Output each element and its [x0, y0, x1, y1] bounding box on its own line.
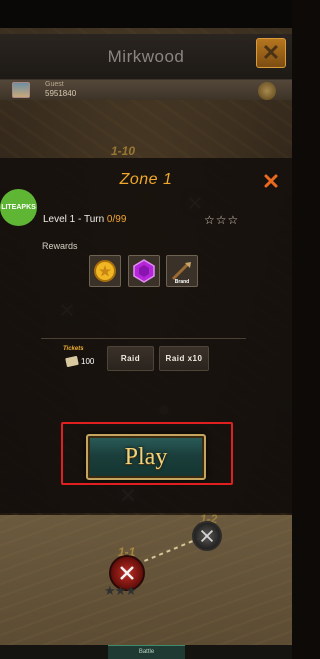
close-map-button[interactable]: ✕	[256, 38, 286, 68]
play-label: Play	[124, 443, 168, 470]
reward-gold[interactable]	[89, 255, 121, 287]
reward-brand[interactable]: Brand	[166, 255, 198, 287]
watermark-badge: LITEAPKS	[0, 189, 37, 226]
bottom-nav: Battle	[0, 645, 292, 659]
status-area	[0, 0, 292, 28]
level-label: Level 1 - Turn	[43, 214, 107, 225]
reward-gem[interactable]	[128, 255, 160, 287]
x-icon: ✕	[261, 40, 281, 65]
crossed-swords-icon	[200, 529, 214, 543]
stage-stars: ★★★	[104, 583, 137, 598]
turn-value: 0/99	[106, 214, 127, 225]
rewards-label: Rewards	[42, 241, 78, 251]
close-dialog-button[interactable]	[263, 173, 279, 189]
ticket-icon	[65, 355, 79, 368]
top-header: Mirkwood ✕	[0, 34, 292, 80]
play-button[interactable]: Play	[86, 434, 206, 480]
tab-battle[interactable]: Battle	[108, 645, 185, 659]
ticket-count: 100	[81, 357, 95, 366]
player-id: 5951840	[45, 89, 77, 98]
player-name: Guest	[45, 81, 64, 88]
raid-x10-button[interactable]: Raid x10	[159, 346, 209, 371]
raid-button[interactable]: Raid	[107, 346, 154, 371]
avatar[interactable]	[12, 82, 30, 98]
stage-label: 1-10	[111, 144, 136, 158]
star-rating: ☆☆☆	[204, 213, 240, 227]
player-strip: Guest 5951840	[0, 80, 292, 100]
reward-caption: Brand	[174, 279, 190, 285]
level-turn-text: Level 1 - Turn 0/99	[43, 214, 126, 225]
gold-coin-icon	[94, 260, 116, 282]
sun-emblem-icon	[258, 82, 276, 100]
page-title: Mirkwood	[107, 47, 185, 66]
tickets-label: Tickets	[63, 346, 84, 352]
stage-node-1-2[interactable]	[192, 521, 222, 551]
divider	[41, 338, 246, 339]
dialog-title: Zone 1	[119, 171, 173, 188]
purple-gem-icon	[133, 259, 155, 283]
crossed-swords-icon	[120, 566, 134, 580]
